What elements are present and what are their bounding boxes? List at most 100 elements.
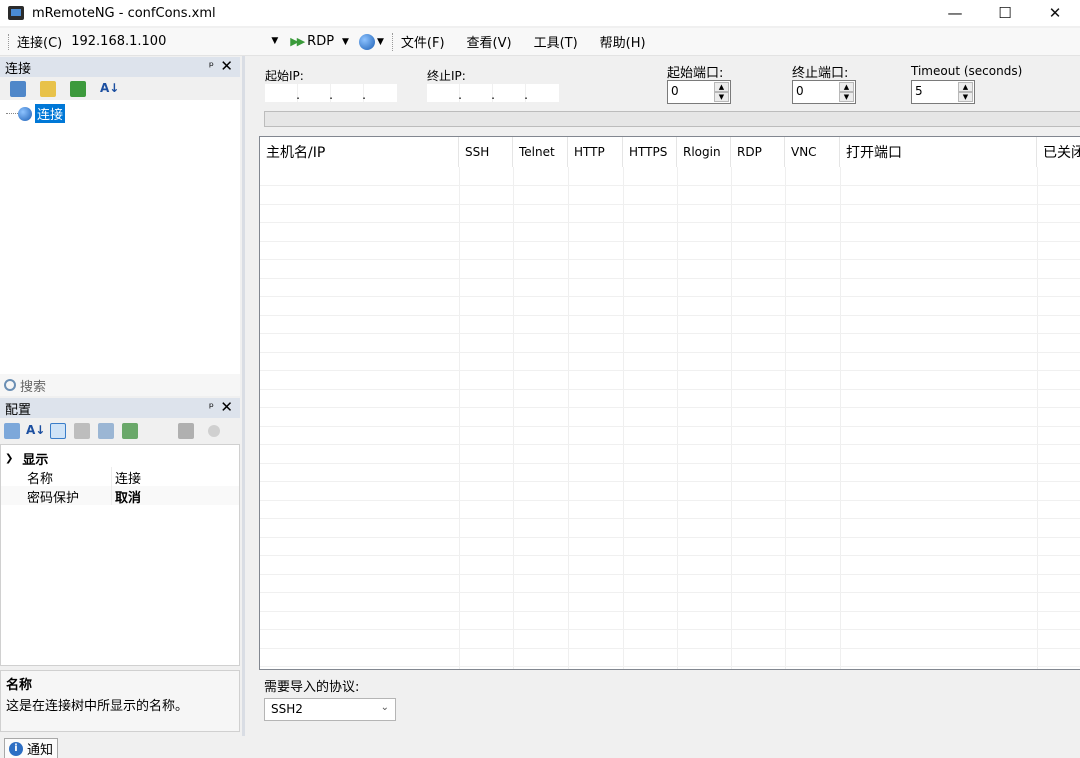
default-inheritance-icon[interactable] <box>122 423 138 439</box>
column-divider <box>513 167 514 669</box>
ip-octet[interactable]: . <box>265 84 300 102</box>
close-button[interactable]: ✕ <box>1030 0 1080 26</box>
default-props-icon[interactable] <box>98 423 114 439</box>
stepper-up-icon[interactable]: ▲ <box>839 82 854 92</box>
new-folder-icon[interactable] <box>40 81 56 97</box>
column-divider <box>731 167 732 669</box>
ip-octet[interactable]: . <box>493 84 528 102</box>
menu-view[interactable]: 查看(V) <box>467 32 512 51</box>
menu-help[interactable]: 帮助(H) <box>600 32 646 51</box>
start-ip-label: 起始IP: <box>265 69 304 83</box>
column-header-host[interactable]: 主机名/IP <box>260 137 459 167</box>
start-port-label: 起始端口: <box>667 66 724 81</box>
host-status-icon[interactable] <box>178 423 194 439</box>
rdp-label: RDP <box>307 34 335 49</box>
column-header-rlogin[interactable]: Rlogin <box>677 137 731 167</box>
stepper-down-icon[interactable]: ▼ <box>714 92 729 102</box>
end-port-stepper[interactable]: 0 ▲ ▼ <box>792 80 856 104</box>
tree-node-root[interactable]: 连接 <box>6 104 66 123</box>
row-divider <box>260 481 1080 482</box>
row-divider <box>260 536 1080 538</box>
property-value[interactable]: 取消 <box>115 487 141 506</box>
column-header-http[interactable]: HTTP <box>568 137 623 167</box>
chevron-down-icon[interactable]: ❯ <box>5 453 13 464</box>
tree-node-label: 连接 <box>35 104 66 123</box>
row-divider <box>260 462 1080 464</box>
property-category[interactable]: ❯ 显示 <box>5 449 48 468</box>
search-icon <box>4 379 16 391</box>
sort-az-icon[interactable]: A↓ <box>100 81 120 97</box>
end-ip-input[interactable]: . . . <box>426 83 560 103</box>
property-row-password[interactable]: 密码保护 取消 <box>1 486 239 506</box>
minimize-button[interactable]: — <box>930 0 980 26</box>
row-divider <box>260 203 1080 205</box>
chevron-down-icon[interactable]: ⌄ <box>381 702 389 713</box>
property-row-name[interactable]: 名称 连接 <box>1 467 239 487</box>
column-header-open-ports[interactable]: 打开端口 <box>840 137 1037 167</box>
ip-octet[interactable]: . <box>298 84 333 102</box>
start-ip-input[interactable]: . . . <box>264 83 398 103</box>
timeout-value: 5 <box>915 84 923 98</box>
ip-octet[interactable] <box>364 84 397 102</box>
ip-octet[interactable]: . <box>460 84 495 102</box>
new-connection-icon[interactable] <box>10 81 26 97</box>
toolbar-separator <box>391 32 393 51</box>
close-icon[interactable]: ✕ <box>220 57 233 75</box>
close-icon[interactable]: ✕ <box>220 398 233 416</box>
row-divider <box>260 610 1080 612</box>
view-icon[interactable] <box>70 81 86 97</box>
maximize-button[interactable]: ☐ <box>980 0 1030 26</box>
menu-tools[interactable]: 工具(T) <box>534 32 578 51</box>
property-value[interactable]: 连接 <box>115 468 141 487</box>
start-port-value: 0 <box>671 84 679 98</box>
protocol-dropdown-icon[interactable]: ▼ <box>342 37 349 47</box>
app-icon <box>8 6 24 20</box>
column-header-closed-ports[interactable]: 已关闭 <box>1037 137 1080 167</box>
column-header-https[interactable]: HTTPS <box>623 137 677 167</box>
property-divider <box>111 486 112 505</box>
column-header-vnc[interactable]: VNC <box>785 137 840 167</box>
globe-dropdown-icon[interactable]: ▼ <box>377 37 384 47</box>
pin-icon[interactable]: ᵖ <box>209 400 214 414</box>
connect-label[interactable]: 连接(C) <box>17 32 62 51</box>
inheritance-icon[interactable] <box>74 423 90 439</box>
stepper-up-icon[interactable]: ▲ <box>958 82 973 92</box>
column-header-ssh[interactable]: SSH <box>459 137 513 167</box>
pin-icon[interactable]: ᵖ <box>209 59 214 73</box>
chevron-down-icon[interactable]: ▼ <box>271 36 278 46</box>
protocol-select[interactable]: SSH2 ⌄ <box>264 698 396 721</box>
rdp-connect-button[interactable]: ▶▶ RDP <box>290 34 334 49</box>
info-icon: i <box>9 741 23 756</box>
start-port-stepper[interactable]: 0 ▲ ▼ <box>667 80 731 104</box>
properties-icon[interactable] <box>50 423 66 439</box>
address-combobox[interactable]: 192.168.1.100 ▼ <box>68 31 280 53</box>
categorized-icon[interactable] <box>4 423 20 439</box>
column-divider <box>623 167 624 669</box>
globe-icon[interactable] <box>358 33 375 50</box>
row-divider <box>260 629 1080 630</box>
notifications-tab[interactable]: i 通知 <box>4 738 59 758</box>
search-input[interactable]: 搜索 <box>0 374 240 396</box>
stepper-up-icon[interactable]: ▲ <box>714 82 729 92</box>
arrow-right-icon: ▶▶ <box>290 35 305 48</box>
toolbar-grip[interactable] <box>8 33 11 50</box>
address-value: 192.168.1.100 <box>71 34 167 49</box>
row-divider <box>260 592 1080 593</box>
menu-file[interactable]: 文件(F) <box>401 32 445 51</box>
column-header-rdp[interactable]: RDP <box>731 137 785 167</box>
ip-octet[interactable]: . <box>427 84 462 102</box>
timeout-stepper[interactable]: 5 ▲ ▼ <box>911 80 975 104</box>
ip-octet[interactable] <box>526 84 559 102</box>
scan-results-table: 主机名/IP SSH Telnet HTTP HTTPS Rlogin RDP … <box>259 136 1080 670</box>
row-divider <box>260 647 1080 649</box>
column-header-telnet[interactable]: Telnet <box>513 137 568 167</box>
stepper-down-icon[interactable]: ▼ <box>839 92 854 102</box>
sort-az-icon[interactable]: A↓ <box>26 423 45 439</box>
ip-octet[interactable]: . <box>331 84 366 102</box>
protocol-label: 需要导入的协议: <box>264 680 360 695</box>
stepper-down-icon[interactable]: ▼ <box>958 92 973 102</box>
end-ip-label: 终止IP: <box>427 69 466 83</box>
row-divider <box>260 407 1080 408</box>
property-key: 名称 <box>27 472 54 487</box>
connections-panel-title: 连接 <box>5 61 32 77</box>
